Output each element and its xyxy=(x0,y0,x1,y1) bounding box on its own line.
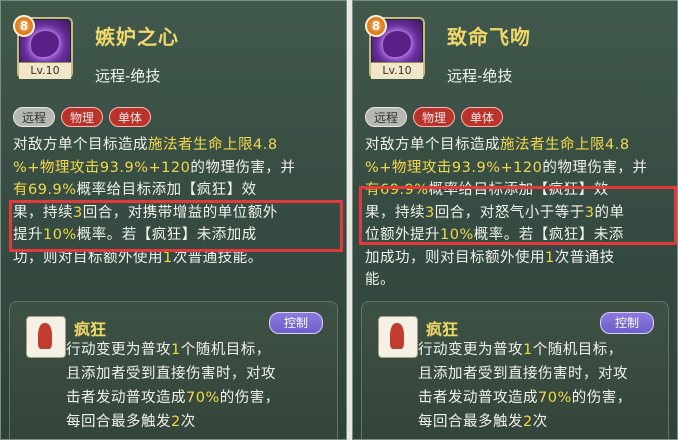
status-card: 疯狂 控制 行动变更为普攻1个随机目标， 且添加者受到直接伤害时，对攻 击者发动… xyxy=(9,301,338,439)
annotation-box xyxy=(359,186,677,245)
skill-tags: 远程 物理 单体 xyxy=(365,107,504,127)
desc-highlight: 施法者生命上限4.8 xyxy=(148,137,278,153)
status-text: 的伤害， xyxy=(219,390,280,406)
status-text: 的伤害， xyxy=(571,390,632,406)
skill-type: 远程-绝技 xyxy=(447,67,513,85)
tag-single: 单体 xyxy=(109,107,152,127)
status-description: 行动变更为普攻1个随机目标， 且添加者受到直接伤害时，对攻 击者发动普攻造成70… xyxy=(66,338,346,434)
status-text: 行动变更为普攻 xyxy=(418,342,523,358)
figure-icon xyxy=(38,323,52,349)
status-text: 个随机目标， xyxy=(532,342,623,358)
skill-type: 远程-绝技 xyxy=(95,67,161,85)
skill-header: 8 Lv.10 嫉妒之心 远程-绝技 xyxy=(11,9,340,89)
figure-icon xyxy=(390,323,404,349)
tag-ranged: 远程 xyxy=(13,107,56,127)
purple-lips-icon xyxy=(383,31,411,57)
skill-level: Lv.10 xyxy=(19,62,71,79)
skill-icon[interactable]: 8 Lv.10 xyxy=(365,15,425,79)
purple-heart-icon xyxy=(31,31,59,57)
skill-panel-right: 8 Lv.10 致命飞吻 远程-绝技 远程 物理 单体 对敌方单个目标造成施法者… xyxy=(352,0,678,440)
status-card: 疯狂 控制 行动变更为普攻1个随机目标， 且添加者受到直接伤害时，对攻 击者发动… xyxy=(361,301,669,439)
status-highlight: 2 xyxy=(523,414,533,430)
status-name: 疯狂 xyxy=(74,320,107,339)
status-text: 每回合最多触发 xyxy=(66,414,171,430)
tag-physical: 物理 xyxy=(413,107,456,127)
desc-highlight: 施法者生命上限4.8 xyxy=(500,137,630,153)
skill-icon[interactable]: 8 Lv.10 xyxy=(13,15,73,79)
status-text: 且添加者受到直接伤害时，对攻 xyxy=(418,366,628,382)
status-name: 疯狂 xyxy=(426,320,459,339)
control-tag: 控制 xyxy=(600,312,654,334)
annotation-box xyxy=(9,200,343,252)
status-highlight: 1 xyxy=(523,342,533,358)
tag-ranged: 远程 xyxy=(365,107,408,127)
skill-name: 致命飞吻 xyxy=(447,25,531,49)
status-highlight: 1 xyxy=(171,342,181,358)
status-text: 击者发动普攻造成 xyxy=(418,390,538,406)
desc-text: 对敌方单个目标造成 xyxy=(13,137,148,153)
status-text: 个随机目标， xyxy=(180,342,271,358)
skill-level: Lv.10 xyxy=(371,62,423,79)
status-highlight: 70% xyxy=(186,390,220,406)
desc-highlight: 有69.9% xyxy=(13,182,77,198)
status-text: 次 xyxy=(180,414,196,430)
desc-text: 能。 xyxy=(365,272,395,288)
desc-text: 对敌方单个目标造成 xyxy=(365,137,500,153)
desc-text: 加成功，则对目标额外使用 xyxy=(365,249,545,266)
tag-single: 单体 xyxy=(461,107,504,127)
desc-text: 的物理伤害，并 xyxy=(542,159,648,176)
madness-icon xyxy=(26,316,66,358)
level-badge: 8 xyxy=(365,15,387,37)
madness-icon xyxy=(378,316,418,358)
status-text: 击者发动普攻造成 xyxy=(66,390,186,406)
skill-name: 嫉妒之心 xyxy=(95,25,179,49)
control-tag: 控制 xyxy=(269,312,323,334)
desc-highlight: 1 xyxy=(545,249,555,266)
status-text: 行动变更为普攻 xyxy=(66,342,171,358)
status-highlight: 70% xyxy=(538,390,572,406)
status-text: 每回合最多触发 xyxy=(418,414,523,430)
status-text: 且添加者受到直接伤害时，对攻 xyxy=(66,366,276,382)
level-badge: 8 xyxy=(13,15,35,37)
skill-tags: 远程 物理 单体 xyxy=(13,107,152,127)
skill-header: 8 Lv.10 致命飞吻 远程-绝技 xyxy=(363,9,671,89)
desc-text: 的物理伤害，并 xyxy=(190,159,296,176)
tag-physical: 物理 xyxy=(61,107,104,127)
desc-text: 次普通技 xyxy=(554,249,615,266)
desc-text: 概率给目标添加【疯狂】效 xyxy=(76,182,257,198)
desc-highlight: %+物理攻击93.9%+120 xyxy=(13,159,191,176)
status-description: 行动变更为普攻1个随机目标， 且添加者受到直接伤害时，对攻 击者发动普攻造成70… xyxy=(418,338,677,434)
status-text: 次 xyxy=(532,414,548,430)
skill-panel-left: 8 Lv.10 嫉妒之心 远程-绝技 远程 物理 单体 对敌方单个目标造成施法者… xyxy=(0,0,347,440)
desc-highlight: %+物理攻击93.9%+120 xyxy=(365,159,543,176)
status-highlight: 2 xyxy=(171,414,181,430)
